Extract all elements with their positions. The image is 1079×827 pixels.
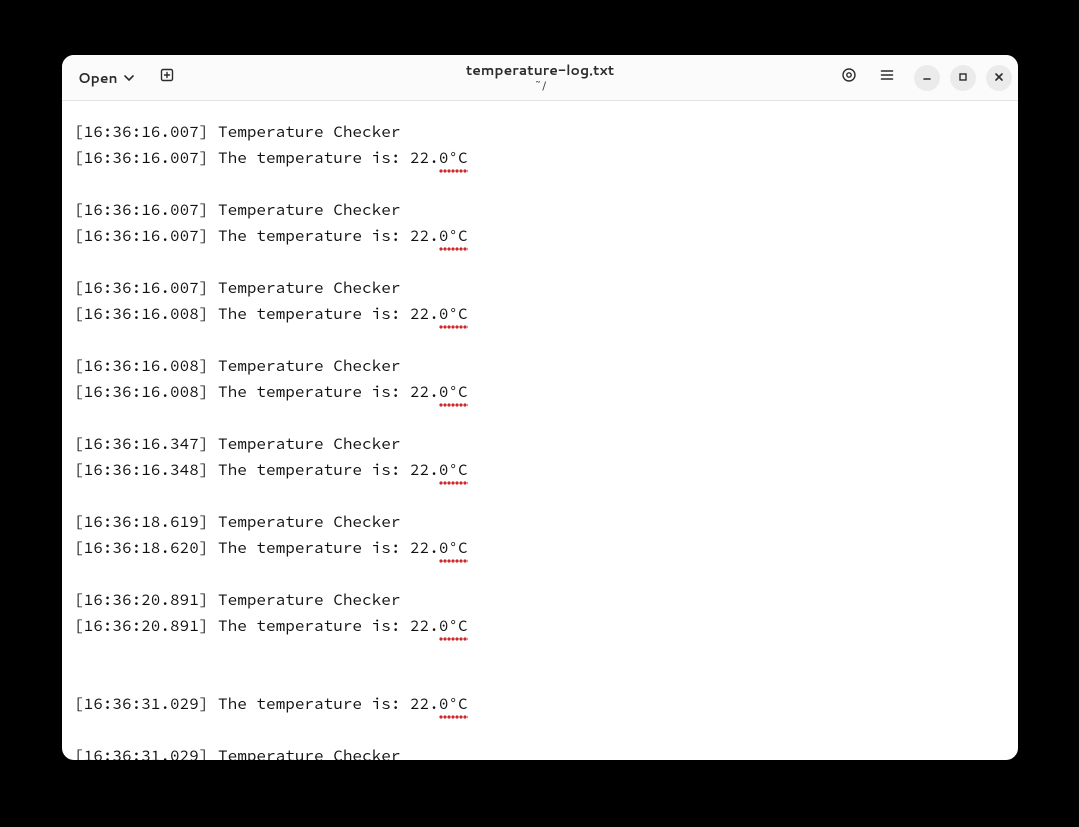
window-minimize-button[interactable]	[914, 65, 940, 91]
log-timestamp: [16:36:16.008]	[74, 382, 218, 402]
log-timestamp: [16:36:16.007]	[74, 278, 218, 298]
log-message: Temperature Checker	[218, 746, 400, 760]
log-line: [16:36:16.008] The temperature is: 22.0°…	[74, 301, 1006, 327]
hamburger-menu-button[interactable]	[870, 61, 904, 95]
log-timestamp: [16:36:31.029]	[74, 694, 218, 714]
spellcheck-flagged: 0°C	[439, 535, 468, 561]
log-line: [16:36:16.007] Temperature Checker	[74, 275, 1006, 301]
window-close-button[interactable]	[986, 65, 1012, 91]
log-message: The temperature is: 22.	[218, 460, 439, 480]
log-message: The temperature is: 22.	[218, 694, 439, 714]
spellcheck-flagged: 0°C	[439, 457, 468, 483]
open-button-label: Open	[78, 68, 118, 88]
log-line: [16:36:16.007] Temperature Checker	[74, 119, 1006, 145]
log-timestamp: [16:36:16.008]	[74, 356, 218, 376]
log-message: Temperature Checker	[218, 512, 400, 532]
log-line: [16:36:16.008] The temperature is: 22.0°…	[74, 379, 1006, 405]
document-title: temperature-log.txt	[466, 63, 614, 78]
log-message: Temperature Checker	[218, 356, 400, 376]
new-tab-button[interactable]	[150, 61, 184, 95]
log-line: [16:36:16.007] The temperature is: 22.0°…	[74, 223, 1006, 249]
chevron-down-icon	[124, 75, 134, 81]
log-line: [16:36:18.620] The temperature is: 22.0°…	[74, 535, 1006, 561]
log-line	[74, 665, 1006, 691]
log-message: The temperature is: 22.	[218, 148, 439, 168]
log-timestamp: [16:36:31.029]	[74, 746, 218, 760]
log-timestamp: [16:36:20.891]	[74, 590, 218, 610]
log-message: The temperature is: 22.	[218, 304, 439, 324]
log-timestamp: [16:36:16.008]	[74, 304, 218, 324]
text-editor-area[interactable]: [16:36:16.007] Temperature Checker[16:36…	[62, 101, 1018, 760]
hamburger-icon	[879, 66, 895, 89]
log-timestamp: [16:36:16.007]	[74, 226, 218, 246]
close-icon	[993, 66, 1005, 89]
log-line: [16:36:16.007] Temperature Checker	[74, 197, 1006, 223]
log-line: [16:36:31.029] Temperature Checker	[74, 743, 1006, 760]
log-line: [16:36:16.348] The temperature is: 22.0°…	[74, 457, 1006, 483]
spellcheck-flagged: 0°C	[439, 145, 468, 171]
log-line: [16:36:31.029] The temperature is: 22.0°…	[74, 691, 1006, 717]
spellcheck-flagged: 0°C	[439, 223, 468, 249]
log-message: The temperature is: 22.	[218, 616, 439, 636]
log-timestamp: [16:36:16.007]	[74, 148, 218, 168]
spellcheck-flagged: 0°C	[439, 691, 468, 717]
log-line: [16:36:20.891] Temperature Checker	[74, 587, 1006, 613]
log-timestamp: [16:36:16.007]	[74, 200, 218, 220]
log-message: Temperature Checker	[218, 278, 400, 298]
minimize-icon	[921, 66, 933, 89]
new-tab-icon	[159, 66, 175, 89]
window-maximize-button[interactable]	[950, 65, 976, 91]
log-message: Temperature Checker	[218, 200, 400, 220]
log-line	[74, 483, 1006, 509]
log-message: The temperature is: 22.	[218, 226, 439, 246]
header-title-area: temperature-log.txt ~/	[466, 63, 614, 93]
spellcheck-flagged: 0°C	[439, 613, 468, 639]
log-line: [16:36:16.008] Temperature Checker	[74, 353, 1006, 379]
log-line	[74, 249, 1006, 275]
save-button[interactable]	[832, 61, 866, 95]
log-line: [16:36:20.891] The temperature is: 22.0°…	[74, 613, 1006, 639]
gear-outline-icon	[841, 66, 857, 89]
spellcheck-flagged: 0°C	[439, 301, 468, 327]
open-button[interactable]: Open	[68, 62, 144, 94]
spellcheck-flagged: 0°C	[439, 379, 468, 405]
log-line	[74, 639, 1006, 665]
log-timestamp: [16:36:18.619]	[74, 512, 218, 532]
log-timestamp: [16:36:16.007]	[74, 122, 218, 142]
log-line: [16:36:16.347] Temperature Checker	[74, 431, 1006, 457]
log-timestamp: [16:36:18.620]	[74, 538, 218, 558]
log-line	[74, 717, 1006, 743]
log-message: The temperature is: 22.	[218, 382, 439, 402]
log-line: [16:36:16.007] The temperature is: 22.0°…	[74, 145, 1006, 171]
log-message: Temperature Checker	[218, 434, 400, 454]
log-message: Temperature Checker	[218, 122, 400, 142]
editor-content: [16:36:16.007] Temperature Checker[16:36…	[74, 119, 1006, 760]
log-timestamp: [16:36:20.891]	[74, 616, 218, 636]
header-right	[832, 61, 1012, 95]
header-left: Open	[68, 61, 184, 95]
log-message: The temperature is: 22.	[218, 538, 439, 558]
editor-window: Open temperature-log.txt ~/	[62, 55, 1018, 760]
log-line	[74, 171, 1006, 197]
log-timestamp: [16:36:16.348]	[74, 460, 218, 480]
log-message: Temperature Checker	[218, 590, 400, 610]
header-bar: Open temperature-log.txt ~/	[62, 55, 1018, 101]
log-line	[74, 327, 1006, 353]
document-path: ~/	[466, 79, 614, 92]
maximize-icon	[957, 66, 969, 89]
log-timestamp: [16:36:16.347]	[74, 434, 218, 454]
log-line	[74, 561, 1006, 587]
log-line	[74, 405, 1006, 431]
log-line: [16:36:18.619] Temperature Checker	[74, 509, 1006, 535]
